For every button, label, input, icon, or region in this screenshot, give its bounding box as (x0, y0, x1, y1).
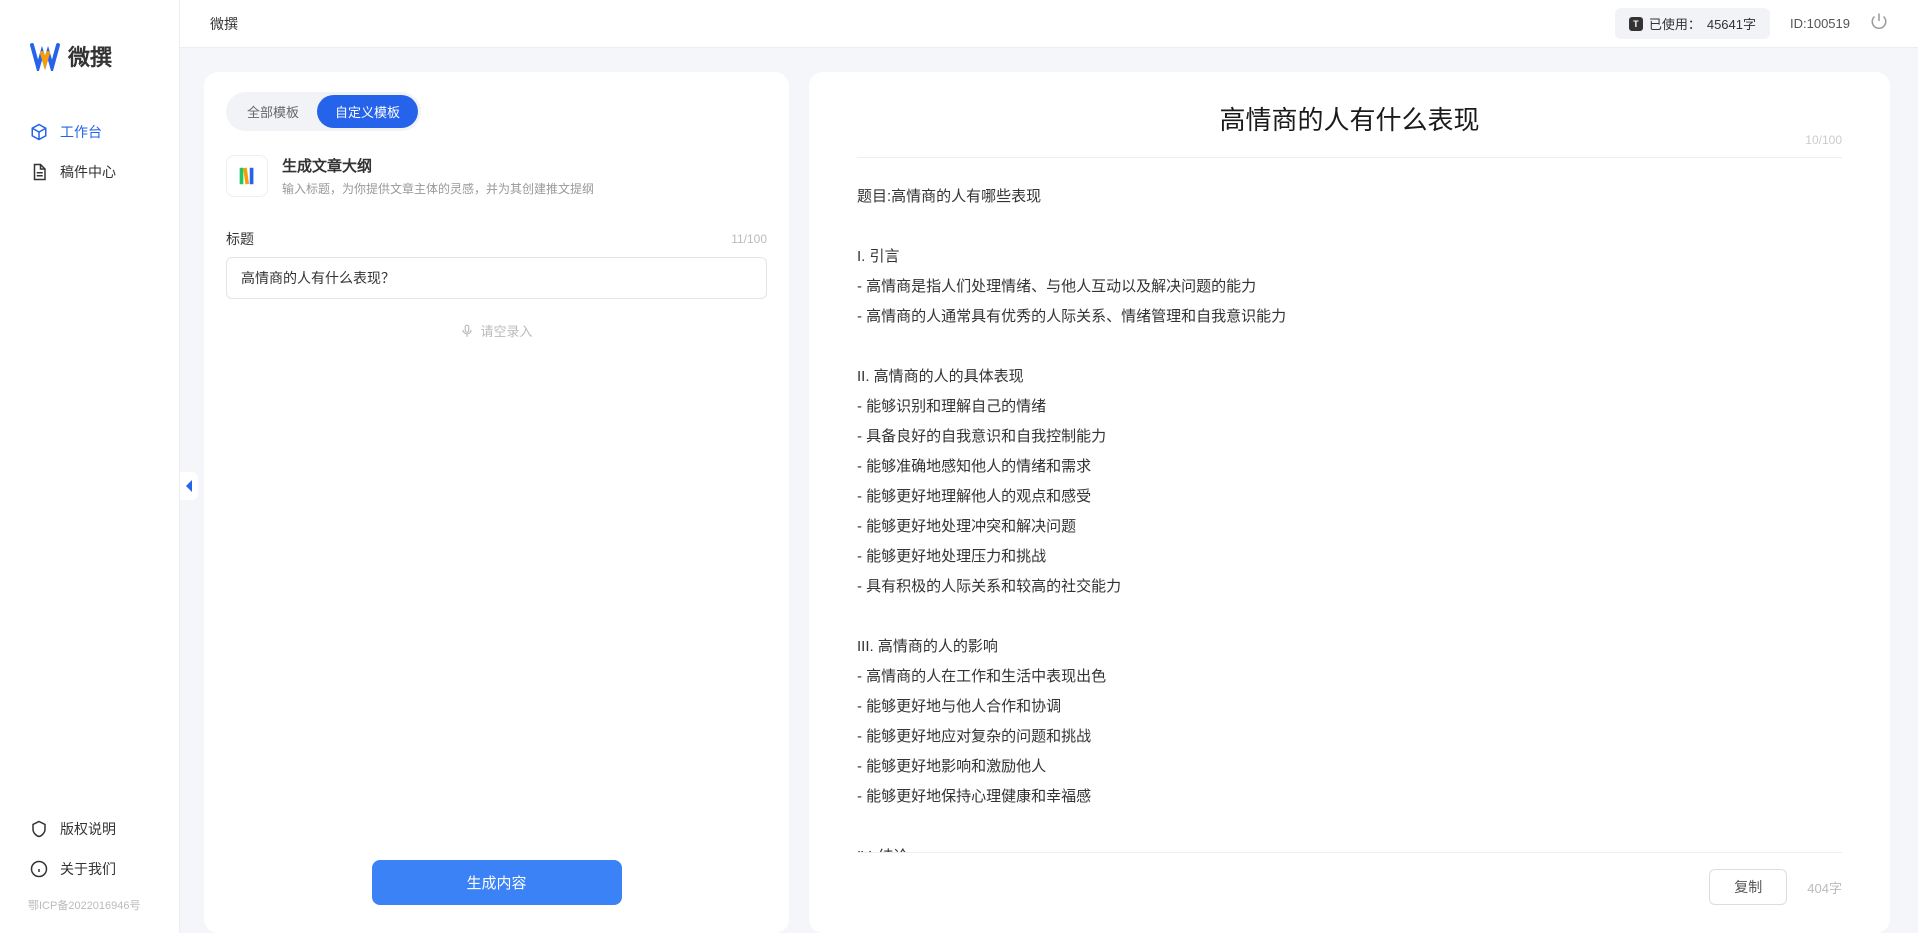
usage-label: 已使用： (1649, 14, 1701, 33)
output-panel: 高情商的人有什么表现 10/100 题目:高情商的人有哪些表现 I. 引言 - … (809, 72, 1890, 933)
output-footer: 复制 404字 (857, 852, 1842, 905)
output-body[interactable]: 题目:高情商的人有哪些表现 I. 引言 - 高情商是指人们处理情绪、与他人互动以… (857, 158, 1842, 852)
voice-hint-text: 请空录入 (480, 321, 532, 340)
sidebar-collapse-handle[interactable] (180, 472, 198, 500)
field-counter: 11/100 (731, 232, 767, 246)
nav-copyright-label: 版权说明 (60, 819, 116, 839)
main-content: 全部模板 自定义模板 生成文章大纲 输入标题，为你提供文章主体的灵感，并为其创建… (180, 48, 1918, 933)
generate-button[interactable]: 生成内容 (372, 860, 622, 905)
nav-drafts[interactable]: 稿件中心 (0, 152, 179, 192)
power-button[interactable] (1870, 12, 1888, 35)
logo: 微撰 (0, 0, 179, 102)
power-icon (1870, 12, 1888, 30)
nav-drafts-label: 稿件中心 (60, 162, 116, 182)
nav-copyright[interactable]: 版权说明 (0, 809, 179, 849)
sidebar-bottom: 版权说明 关于我们 鄂ICP备2022016946号 (0, 799, 179, 933)
nav-workspace[interactable]: 工作台 (0, 112, 179, 152)
usage-badge[interactable]: T 已使用： 45641字 (1615, 8, 1770, 39)
template-title: 生成文章大纲 (282, 155, 594, 176)
title-input[interactable] (226, 257, 767, 299)
info-icon (30, 860, 48, 878)
word-count: 404字 (1807, 878, 1842, 897)
nav-main: 工作台 稿件中心 (0, 102, 179, 799)
nav-about-label: 关于我们 (60, 859, 116, 879)
icp-text: 鄂ICP备2022016946号 (0, 889, 179, 913)
template-tabs: 全部模板 自定义模板 (226, 92, 421, 131)
voice-input-hint[interactable]: 请空录入 (226, 321, 767, 340)
logo-icon (30, 41, 60, 71)
nav-about[interactable]: 关于我们 (0, 849, 179, 889)
chevron-left-icon (184, 479, 194, 493)
output-title-counter: 10/100 (1805, 133, 1842, 147)
sidebar: 微撰 工作台 稿件中心 版权说明 关于我们 鄂ICP备2022016946号 (0, 0, 180, 933)
tab-all-templates[interactable]: 全部模板 (229, 95, 317, 128)
tab-custom-templates[interactable]: 自定义模板 (317, 95, 418, 128)
document-icon (30, 163, 48, 181)
copy-button[interactable]: 复制 (1709, 869, 1787, 905)
user-id: ID:100519 (1790, 16, 1850, 31)
topbar-title: 微撰 (210, 14, 238, 34)
cube-icon (30, 123, 48, 141)
input-panel: 全部模板 自定义模板 生成文章大纲 输入标题，为你提供文章主体的灵感，并为其创建… (204, 72, 789, 933)
template-card: 生成文章大纲 输入标题，为你提供文章主体的灵感，并为其创建推文提纲 (226, 155, 767, 197)
mic-icon (460, 324, 474, 338)
shield-icon (30, 820, 48, 838)
topbar-right: T 已使用： 45641字 ID:100519 (1615, 8, 1888, 39)
field-label: 标题 (226, 229, 254, 249)
books-icon (236, 165, 258, 187)
output-header: 高情商的人有什么表现 10/100 (857, 100, 1842, 158)
usage-value: 45641字 (1707, 14, 1756, 33)
template-desc: 输入标题，为你提供文章主体的灵感，并为其创建推文提纲 (282, 180, 594, 197)
token-icon: T (1629, 17, 1643, 31)
logo-text: 微撰 (68, 40, 112, 72)
template-icon (226, 155, 268, 197)
nav-workspace-label: 工作台 (60, 122, 102, 142)
field-header: 标题 11/100 (226, 229, 767, 249)
output-title[interactable]: 高情商的人有什么表现 (857, 100, 1842, 137)
template-info: 生成文章大纲 输入标题，为你提供文章主体的灵感，并为其创建推文提纲 (282, 155, 594, 197)
topbar: 微撰 T 已使用： 45641字 ID:100519 (180, 0, 1918, 48)
